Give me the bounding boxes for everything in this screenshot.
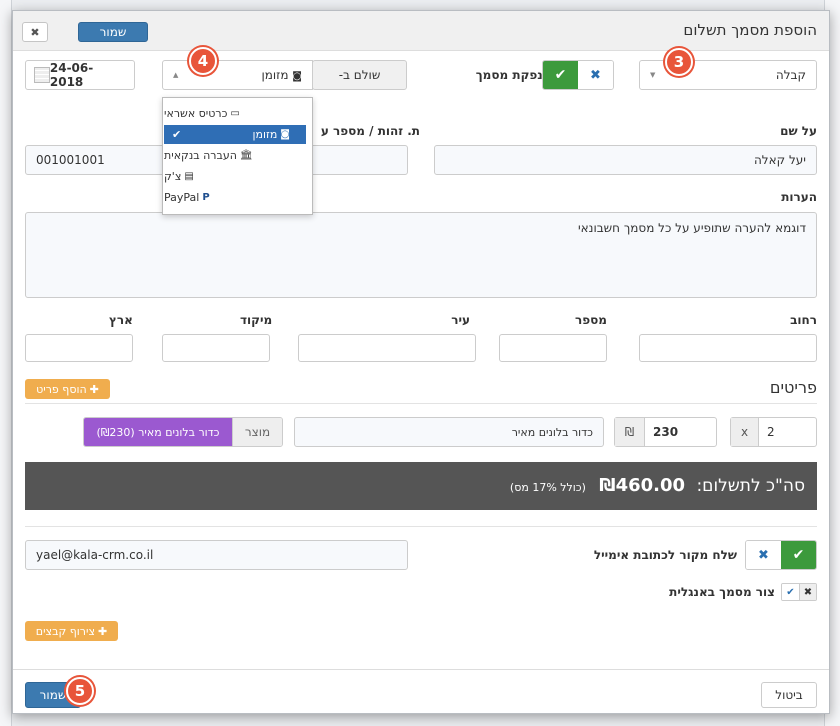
add-item-button[interactable]: ✚ הוסף פריט — [25, 379, 110, 399]
divider — [25, 526, 817, 527]
shekel-addon: ₪ — [615, 418, 645, 446]
credit-card-icon: ▭ — [230, 108, 240, 119]
attach-files-label: צירוף קבצים — [35, 624, 95, 638]
email-input[interactable]: yael@kala-crm.co.il — [25, 540, 408, 570]
selected-check-icon: ✔ — [172, 128, 182, 141]
payment-method-dropdown: ▭ כרטיס אשראי ◙ מזומן ✔ 🏛 העברה בנקאית ▤ צ'ק … — [162, 97, 313, 215]
dialog-footer: ביטול שמור — [13, 669, 829, 713]
bank-icon: 🏛 — [239, 150, 253, 161]
product-select[interactable]: מוצר כדור בלונים מאיר (₪230) — [83, 417, 283, 447]
background-left-panel — [0, 0, 12, 726]
attach-files-button[interactable]: ✚ צירוף קבצים — [25, 621, 118, 641]
document-type-value: קבלה — [775, 68, 806, 82]
paid-by-label: שולם ב- — [338, 68, 381, 82]
name-input[interactable]: יעל קאלה — [434, 145, 817, 175]
divider — [25, 403, 817, 404]
option-bank-transfer-label: העברה בנקאית — [164, 149, 237, 162]
zip-label: מיקוד — [240, 313, 273, 327]
payment-method-select[interactable]: ◙ מזומן ▲ — [162, 60, 313, 90]
quantity-value: 2 — [767, 425, 775, 439]
option-paypal[interactable]: P PayPal — [164, 188, 306, 207]
country-label: ארץ — [109, 313, 133, 327]
product-tag[interactable]: כדור בלונים מאיר (₪230) — [84, 418, 232, 446]
english-document-label: צור מסמך באנגלית — [669, 585, 775, 599]
check-icon[interactable]: ✔ — [781, 541, 816, 569]
cross-icon[interactable]: ✖ — [798, 584, 816, 600]
english-document-toggle[interactable]: ✔ ✖ — [781, 583, 817, 601]
option-credit-card-label: כרטיס אשראי — [164, 107, 228, 120]
plus-icon: ✚ — [97, 624, 108, 638]
save-top-button[interactable]: שמור — [78, 22, 148, 42]
total-amount: ₪460.00 — [599, 475, 686, 496]
street-input[interactable] — [639, 334, 817, 362]
step-badge-3: 3 — [665, 48, 693, 76]
chevron-up-icon: ▲ — [173, 71, 179, 79]
step-badge-5: 5 — [66, 677, 94, 705]
plus-icon: ✚ — [89, 382, 99, 396]
option-check-label: צ'ק — [164, 170, 182, 183]
notes-textarea[interactable]: דוגמא להערה שתופיע על כל מסמך חשבונאי — [25, 212, 817, 298]
step-badge-4: 4 — [189, 47, 217, 75]
add-item-label: הוסף פריט — [36, 382, 87, 396]
option-paypal-label: PayPal — [164, 191, 200, 204]
item-description-input[interactable]: כדור בלונים מאיר — [294, 417, 604, 447]
option-bank-transfer[interactable]: 🏛 העברה בנקאית — [164, 146, 306, 165]
multiply-addon: x — [731, 418, 759, 446]
total-bar: סה"כ לתשלום: ₪460.00 (כולל 17% מס) — [25, 462, 817, 510]
option-check[interactable]: ▤ צ'ק — [164, 167, 306, 186]
total-summary: סה"כ לתשלום: ₪460.00 (כולל 17% מס) — [510, 475, 805, 496]
close-icon: ✖ — [30, 25, 40, 39]
chevron-down-icon: ▼ — [650, 71, 656, 79]
product-label: מוצר — [232, 418, 282, 446]
check-document-icon: ▤ — [184, 171, 194, 182]
items-heading: פריטים — [769, 378, 817, 397]
send-email-toggle[interactable]: ✖ ✔ — [745, 540, 817, 570]
dialog-title: הוספת מסמך תשלום — [683, 21, 817, 39]
calendar-icon[interactable] — [34, 67, 50, 83]
date-value: 24-06-2018 — [49, 61, 94, 89]
cash-icon: ◙ — [292, 71, 302, 82]
cross-icon[interactable]: ✖ — [578, 61, 613, 89]
check-icon[interactable]: ✔ — [543, 61, 578, 89]
number-label: מספר — [575, 313, 607, 327]
cancel-button[interactable]: ביטול — [761, 682, 817, 708]
payment-method-value: ◙ מזומן — [261, 68, 302, 82]
send-email-label: שלח מקור לכתובת אימייל — [593, 548, 737, 562]
notes-label: הערות — [781, 190, 817, 204]
number-input[interactable] — [499, 334, 607, 362]
quantity-field[interactable]: x 2 — [730, 417, 817, 447]
street-label: רחוב — [790, 313, 817, 327]
price-value: 230 — [653, 425, 679, 439]
price-field[interactable]: ₪ 230 — [614, 417, 717, 447]
cross-icon[interactable]: ✖ — [746, 541, 781, 569]
issue-document-label: הנפקת מסמך — [475, 68, 551, 82]
paypal-icon: P — [202, 192, 210, 203]
city-input[interactable] — [298, 334, 476, 362]
check-icon[interactable]: ✔ — [782, 584, 799, 600]
paid-by-label-box: שולם ב- — [312, 60, 407, 90]
country-input[interactable] — [25, 334, 133, 362]
cash-option-icon: ◙ — [280, 129, 290, 140]
option-cash[interactable]: ◙ מזומן ✔ — [164, 125, 306, 144]
dialog-header: הוספת מסמך תשלום שמור ✖ — [13, 11, 829, 51]
option-credit-card[interactable]: ▭ כרטיס אשראי — [164, 104, 306, 123]
vat-note: (כולל 17% מס) — [509, 481, 586, 494]
id-number-label: ת. זהות / מספר ע — [320, 124, 420, 138]
name-label: על שם — [780, 124, 817, 138]
option-cash-label: מזומן — [252, 128, 278, 141]
city-label: עיר — [451, 313, 470, 327]
zip-input[interactable] — [162, 334, 270, 362]
issue-document-toggle[interactable]: ✔ ✖ — [542, 60, 614, 90]
payment-document-dialog: הוספת מסמך תשלום שמור ✖ קבלה ▼ 3 הנפקת מ… — [12, 10, 830, 714]
payment-method-selected: מזומן — [261, 68, 289, 82]
close-button[interactable]: ✖ — [22, 22, 48, 42]
total-label: סה"כ לתשלום: — [696, 476, 805, 496]
date-field[interactable]: 24-06-2018 — [25, 60, 135, 90]
